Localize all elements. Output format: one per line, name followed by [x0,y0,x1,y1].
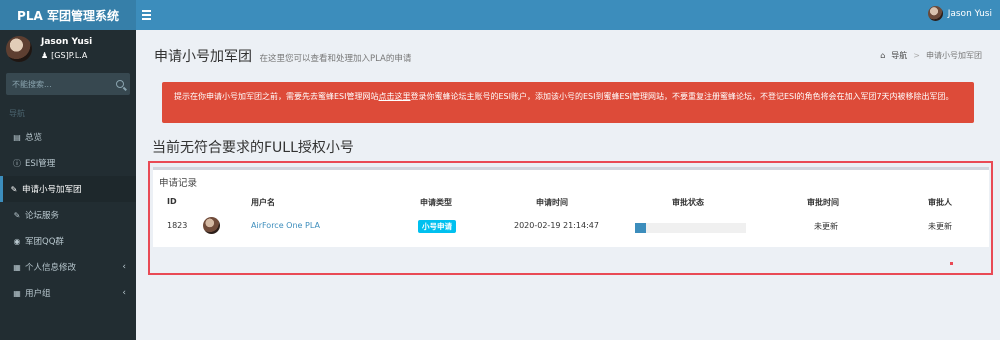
nav-header: 导航 [9,109,25,118]
column-header-time: 申请时间 [536,198,568,207]
alert-link[interactable]: 点击这里 [379,92,411,101]
cell-id: 1823 [167,221,188,230]
cell-time: 2020-02-19 21:14:47 [514,221,599,230]
progress-fill [635,223,647,233]
breadcrumb-current: 申请小号加军团 [926,51,982,60]
alert-danger: 提示在你申请小号加军团之前，需要先去蜜蜂ESI管理网站点击这里登录你蜜蜂论坛主账… [162,82,974,123]
comments-icon: ✎ [13,210,21,220]
sidebar-user-name: Jason Yusi [41,37,93,47]
sidebar-item-label: 申请小号加军团 [22,185,82,195]
box-title: 申请记录 [159,178,198,189]
column-header-approver: 审批人 [928,198,952,207]
qq-icon: ◉ [13,236,21,246]
sidebar-item-label: 用户组 [25,289,51,299]
user-panel: Jason Yusi ♟ [GS]P.L.A [0,30,136,68]
avatar [203,217,220,234]
sidebar-item-qq[interactable]: ◉ 军团QQ群 [0,228,136,254]
home-icon: ⌂ [880,51,886,60]
users-icon: ♟ [41,51,49,60]
search-input[interactable] [12,79,116,89]
corp-label: [GS]P.L.A [51,51,88,60]
info-circle-icon: ⓘ [13,158,21,168]
search-icon[interactable] [116,80,124,88]
page-subtitle: 在这里您可以查看和处理加入PLA的申请 [259,54,412,64]
breadcrumb-home[interactable]: 导航 [891,50,907,61]
sidebar-item-label: 论坛服务 [25,211,60,221]
alert-text-before: 提示在你申请小号加军团之前，需要先去蜜蜂ESI管理网站 [174,92,379,101]
chevron-left-icon: ‹ [122,288,126,298]
cell-username[interactable]: AirForce One PLA [251,221,320,230]
app-logo[interactable]: PLA 军团管理系统 [0,0,136,30]
status-progress-bar [635,223,746,233]
section-title: 当前无符合要求的FULL授权小号 [152,140,354,156]
sidebar-menu: ▤ 总览 ⓘ ESI管理 ✎ 申请小号加军团 ✎ 论坛服务 ◉ 军团QQ群 ▦ 个人信息修改… [0,124,136,306]
sidebar-item-usergroup[interactable]: ▦ 用户组 ‹ [0,280,136,306]
sidebar-item-label: 个人信息修改 [25,263,77,273]
sidebar-user-status: ♟ [GS]P.L.A [41,51,87,60]
top-navbar: Jason Yusi [136,0,1000,30]
sidebar-item-apply-alt[interactable]: ✎ 申请小号加军团 [0,176,136,202]
avatar [6,36,32,62]
column-header-type: 申请类型 [420,198,452,207]
bar-chart-icon: ▤ [13,132,21,142]
sidebar: Jason Yusi ♟ [GS]P.L.A 导航 ▤ 总览 ⓘ ESI管理 ✎ 申请… [0,30,136,340]
th-list-icon: ▦ [13,288,21,298]
cell-approve-time: 未更新 [814,222,838,231]
alert-text-after: 登录你蜜蜂论坛主账号的ESI账户，添加该小号的ESI到蜜蜂ESI管理网站，不要重… [410,92,954,101]
chevron-left-icon: ‹ [122,262,126,272]
user-name: Jason Yusi [947,8,992,19]
column-header-status: 审批状态 [672,198,704,207]
marker-dot [950,262,953,265]
sidebar-item-label: 军团QQ群 [25,237,64,247]
menu-toggle-icon[interactable] [142,8,156,22]
column-header-id: ID [167,197,177,206]
column-header-username: 用户名 [251,198,275,207]
th-icon: ▦ [13,262,21,272]
sidebar-search [6,73,130,95]
sidebar-item-profile[interactable]: ▦ 个人信息修改 ‹ [0,254,136,280]
breadcrumb-separator: > [913,51,920,60]
sidebar-item-esi[interactable]: ⓘ ESI管理 [0,150,136,176]
user-menu[interactable]: Jason Yusi [927,6,992,21]
page-title: 申请小号加军团 在这里您可以查看和处理加入PLA的申请 [154,46,411,66]
page-title-text: 申请小号加军团 [154,49,252,65]
column-header-approve-time: 审批时间 [807,198,839,207]
breadcrumb: ⌂ 导航 > 申请小号加军团 [880,50,982,61]
sidebar-item-label: 总览 [25,133,43,143]
sidebar-item-overview[interactable]: ▤ 总览 [0,124,136,150]
sidebar-item-label: ESI管理 [25,159,56,169]
avatar [927,6,943,21]
cell-approver: 未更新 [928,222,952,231]
main-content: 申请小号加军团 在这里您可以查看和处理加入PLA的申请 ⌂ 导航 > 申请小号加… [136,30,1000,340]
records-box: 申请记录 ID 用户名 申请类型 申请时间 审批状态 审批时间 审批人 1823… [153,167,989,247]
pencil-icon: ✎ [10,184,18,194]
sidebar-item-forum[interactable]: ✎ 论坛服务 [0,202,136,228]
type-badge: 小号申请 [418,220,456,233]
